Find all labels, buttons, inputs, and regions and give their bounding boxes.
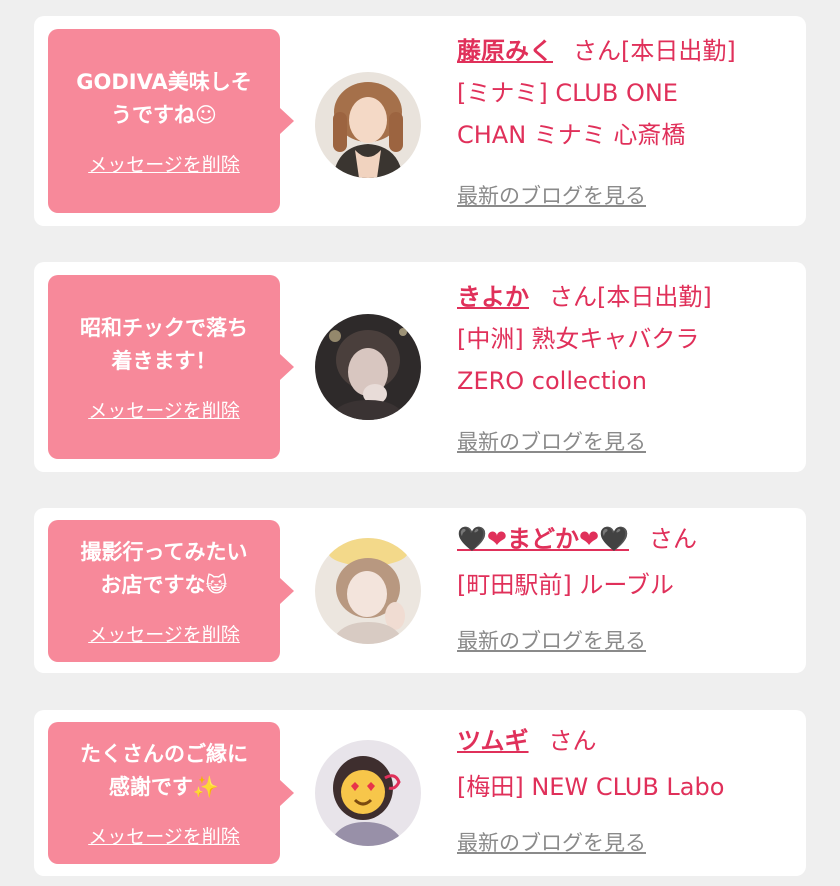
- honorific: さん: [548, 727, 597, 755]
- message-text: 撮影行ってみたい お店ですな😺: [80, 539, 248, 597]
- avatar[interactable]: [315, 740, 421, 846]
- latest-blog-link[interactable]: 最新のブログを見る: [457, 426, 646, 456]
- message-bubble: たくさんのご縁に 感謝です✨ メッセージを削除: [48, 722, 294, 864]
- delete-message-link[interactable]: メッセージを削除: [88, 822, 240, 849]
- message-list: GODIVA美味しそ うですね☺ メッセージを削除 藤原みく さん[本日出勤] […: [0, 0, 840, 886]
- woman-portrait-icon: [315, 538, 421, 644]
- latest-blog-link[interactable]: 最新のブログを見る: [457, 180, 646, 210]
- message-text: たくさんのご縁に 感謝です✨: [80, 741, 248, 799]
- shop-info: [町田駅前] ルーブル: [457, 571, 674, 599]
- delete-message-link[interactable]: メッセージを削除: [88, 150, 240, 177]
- woman-portrait-icon: [315, 72, 421, 178]
- name-line: 🖤❤まどか❤🖤 さん: [457, 518, 797, 560]
- cast-name-link[interactable]: ツムギ: [457, 727, 529, 755]
- latest-blog-link[interactable]: 最新のブログを見る: [457, 625, 646, 655]
- cast-name-link[interactable]: きよか: [457, 283, 529, 311]
- honorific: さん: [573, 37, 621, 65]
- message-bubble: GODIVA美味しそ うですね☺ メッセージを削除: [48, 29, 294, 213]
- cast-info: きよか さん[本日出勤] [中洲] 熟女キャバクラ ZERO collection: [457, 276, 797, 402]
- avatar[interactable]: [315, 314, 421, 420]
- woman-portrait-icon: [315, 314, 421, 420]
- delete-message-link[interactable]: メッセージを削除: [88, 396, 240, 423]
- message-card: 撮影行ってみたい お店ですな😺 メッセージを削除 🖤❤まどか❤🖤 さん [町田駅前…: [34, 508, 806, 673]
- message-card: 昭和チックで落ち 着きます！ メッセージを削除 きよか さん[本日出勤] [中洲]…: [34, 262, 806, 472]
- cast-name-link[interactable]: 藤原みく: [457, 37, 553, 65]
- name-line: きよか さん[本日出勤] [中洲] 熟女キャバクラ ZERO collection: [457, 276, 797, 402]
- message-text: 昭和チックで落ち 着きます！: [80, 315, 248, 373]
- name-line: ツムギ さん: [457, 720, 797, 762]
- latest-blog-link[interactable]: 最新のブログを見る: [457, 827, 646, 857]
- shop-info: [梅田] NEW CLUB Labo: [457, 773, 725, 801]
- cast-info: 藤原みく さん[本日出勤] [ミナミ] CLUB ONE CHAN ミナミ 心斎橋: [457, 30, 797, 156]
- honorific: さん: [648, 525, 697, 553]
- avatar[interactable]: [315, 72, 421, 178]
- message-text: GODIVA美味しそ うですね☺: [76, 69, 252, 127]
- cast-name-link[interactable]: 🖤❤まどか❤🖤: [457, 525, 629, 553]
- message-card: GODIVA美味しそ うですね☺ メッセージを削除 藤原みく さん[本日出勤] […: [34, 16, 806, 226]
- name-line: 藤原みく さん[本日出勤] [ミナミ] CLUB ONE CHAN ミナミ 心斎橋: [457, 30, 797, 156]
- message-bubble: 撮影行ってみたい お店ですな😺 メッセージを削除: [48, 520, 294, 662]
- cast-info: 🖤❤まどか❤🖤 さん [町田駅前] ルーブル: [457, 518, 797, 606]
- honorific: さん: [549, 283, 597, 311]
- cast-info: ツムギ さん [梅田] NEW CLUB Labo: [457, 720, 797, 808]
- delete-message-link[interactable]: メッセージを削除: [88, 620, 240, 647]
- avatar[interactable]: [315, 538, 421, 644]
- message-bubble: 昭和チックで落ち 着きます！ メッセージを削除: [48, 275, 294, 459]
- woman-portrait-icon: [315, 740, 421, 846]
- message-card: たくさんのご縁に 感謝です✨ メッセージを削除 ツムギ さん [梅田] NEW C…: [34, 710, 806, 876]
